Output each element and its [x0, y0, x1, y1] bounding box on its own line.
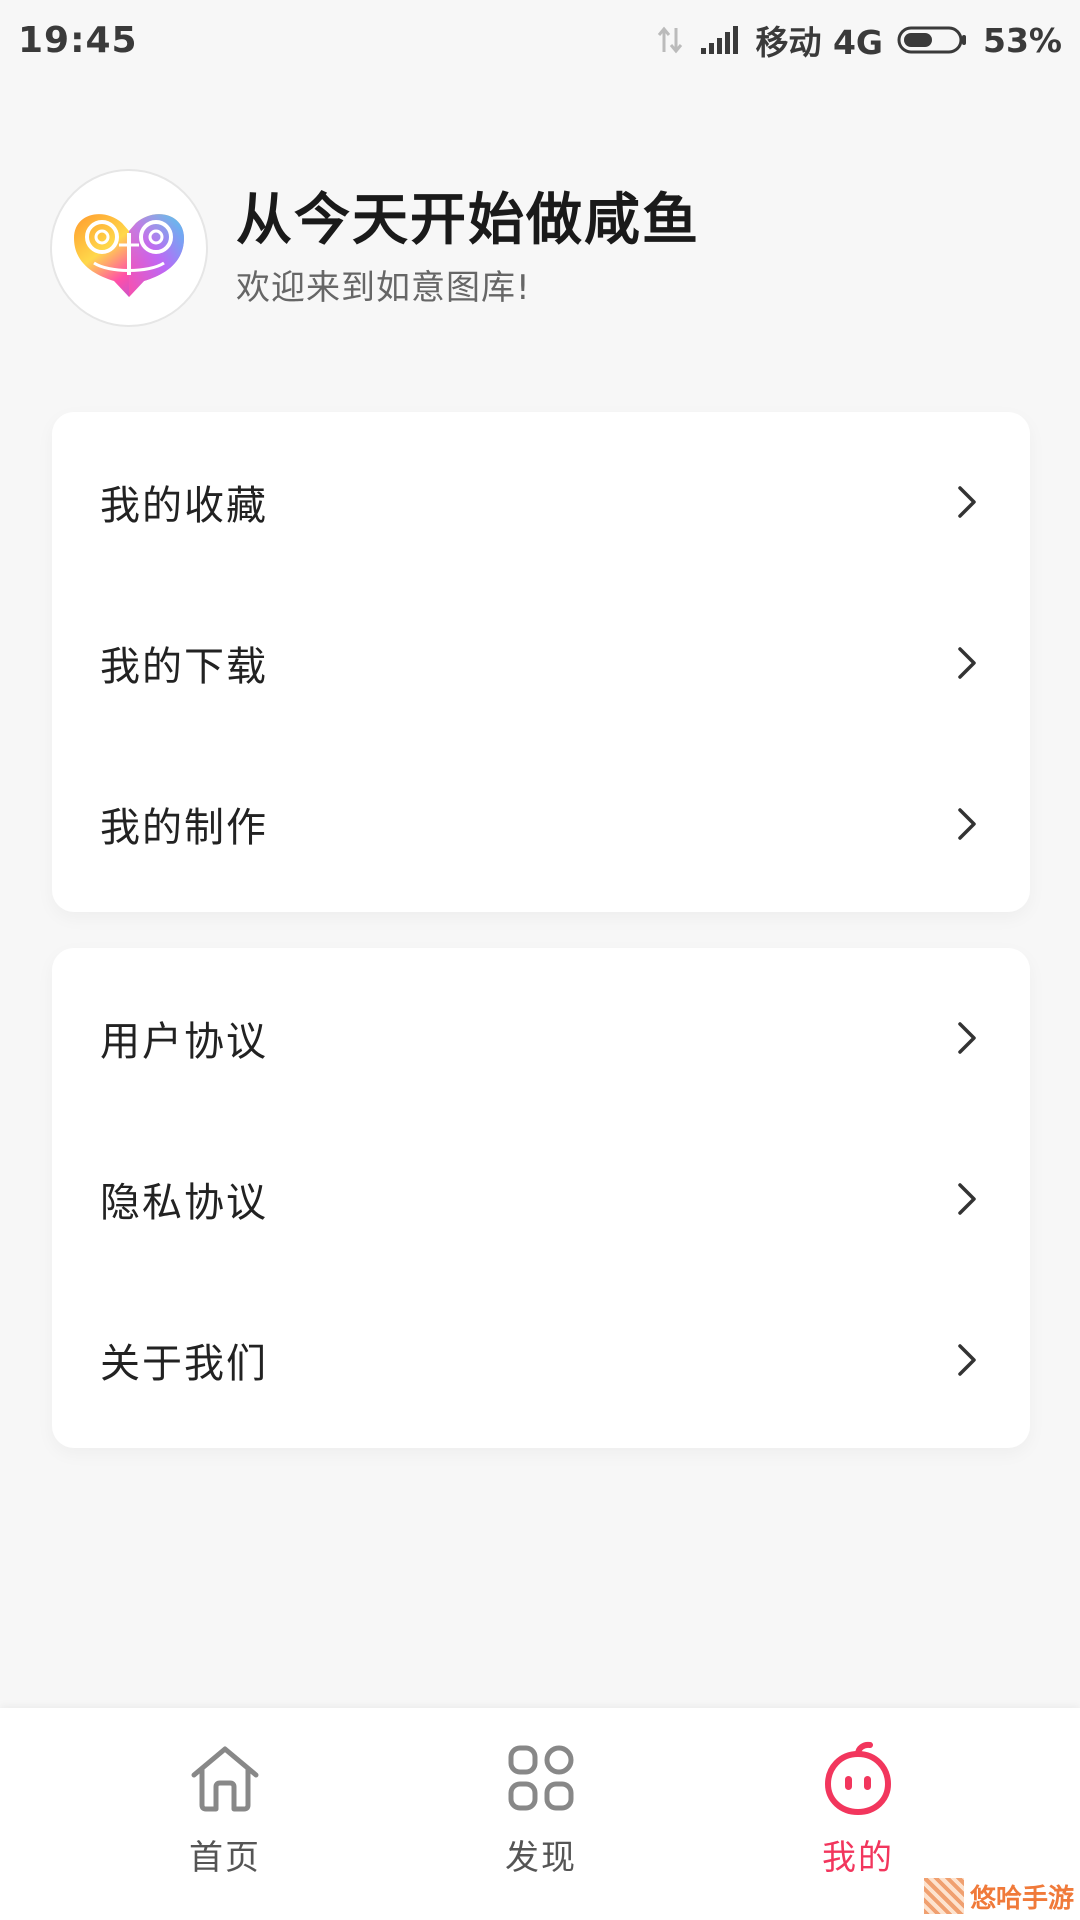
tab-home-label: 首页 — [189, 1838, 261, 1878]
mine-face-icon — [818, 1738, 898, 1818]
battery-icon — [897, 24, 969, 56]
chevron-right-icon — [952, 1179, 982, 1219]
status-time: 19:45 — [18, 19, 138, 61]
tab-discover[interactable]: 发现 — [441, 1738, 641, 1888]
profile-header: 从今天开始做咸鱼 欢迎来到如意图库! — [50, 168, 1030, 328]
carrier-label: 移动 4G — [755, 23, 883, 62]
welcome-text: 欢迎来到如意图库! — [236, 268, 531, 308]
status-icons: 移动 4G 53% — [655, 16, 1062, 64]
tab-discover-label: 发现 — [505, 1838, 577, 1878]
menu-item-label: 我的下载 — [100, 643, 268, 690]
chevron-right-icon — [952, 1018, 982, 1058]
watermark-logo-icon — [923, 1878, 964, 1914]
avatar[interactable] — [50, 169, 208, 327]
menu-item-user-agreement[interactable]: 用户协议 — [52, 957, 1030, 1118]
home-icon — [185, 1738, 265, 1818]
menu-item-privacy-agreement[interactable]: 隐私协议 — [52, 1118, 1030, 1279]
menu-item-about-us[interactable]: 关于我们 — [52, 1279, 1030, 1440]
chevron-right-icon — [952, 804, 982, 844]
menu-item-label: 我的收藏 — [100, 482, 268, 529]
menu-item-label: 我的制作 — [100, 804, 268, 851]
grid-icon — [501, 1738, 581, 1818]
menu-item-downloads[interactable]: 我的下载 — [52, 582, 1030, 743]
status-bar: 19:45 移动 4G 53% — [0, 0, 1080, 80]
chevron-right-icon — [952, 643, 982, 683]
username: 从今天开始做咸鱼 — [236, 188, 700, 253]
ruyi-logo-icon — [64, 193, 194, 303]
menu-card-info: 用户协议 隐私协议 关于我们 — [52, 948, 1030, 1448]
menu-item-favorites[interactable]: 我的收藏 — [52, 421, 1030, 582]
menu-item-label: 隐私协议 — [100, 1179, 268, 1226]
watermark: 悠哈手游 — [912, 1872, 1080, 1920]
battery-percent: 53% — [983, 20, 1062, 60]
tab-mine-label: 我的 — [822, 1838, 894, 1878]
profile-info: 从今天开始做咸鱼 欢迎来到如意图库! — [236, 186, 700, 310]
menu-card-personal: 我的收藏 我的下载 我的制作 — [52, 412, 1030, 912]
chevron-right-icon — [952, 1340, 982, 1380]
tab-mine[interactable]: 我的 — [758, 1738, 958, 1888]
watermark-text: 悠哈手游 — [969, 1883, 1074, 1914]
chevron-right-icon — [952, 482, 982, 522]
menu-item-label: 用户协议 — [100, 1018, 268, 1065]
tab-home[interactable]: 首页 — [125, 1738, 325, 1888]
profile-screen: 19:45 移动 4G 53% 从今天开始做咸鱼 欢迎来到如意图库! 我的收藏 … — [0, 0, 1080, 1920]
menu-item-creations[interactable]: 我的制作 — [52, 743, 1030, 904]
signal-icon — [699, 24, 741, 56]
menu-item-label: 关于我们 — [100, 1340, 268, 1387]
data-transfer-icon — [655, 24, 685, 56]
